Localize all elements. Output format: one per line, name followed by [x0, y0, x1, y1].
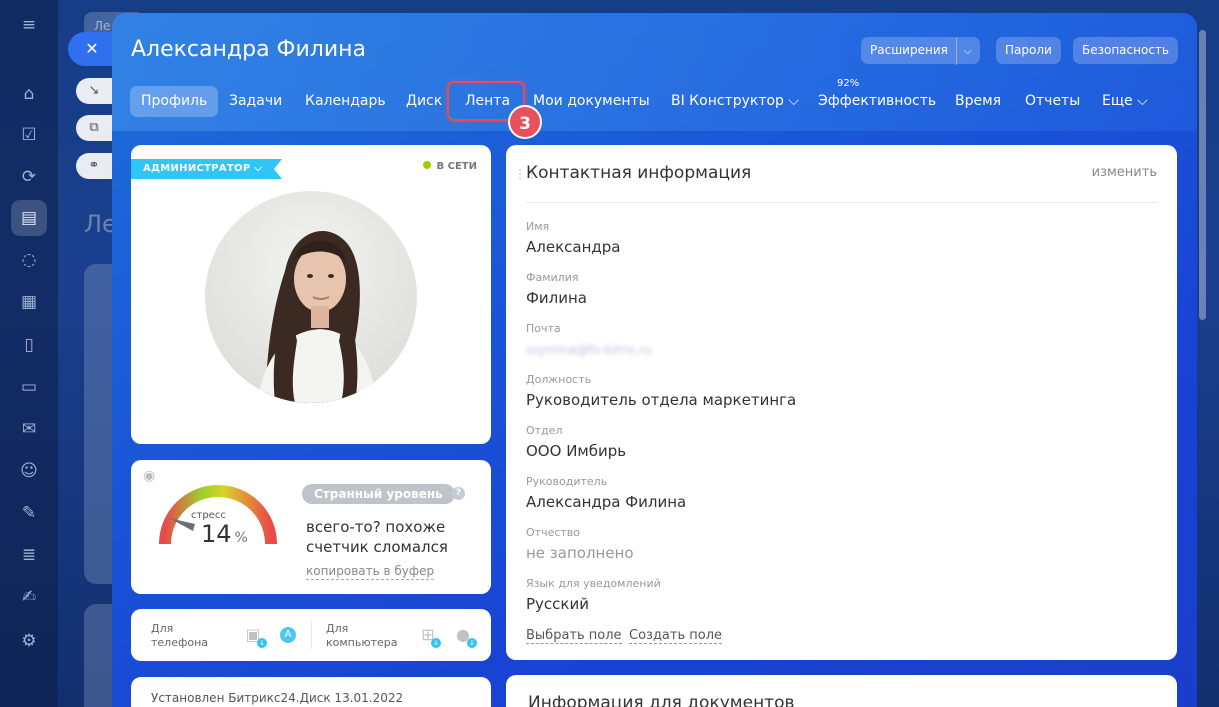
pen-icon[interactable]: ✎ [18, 502, 40, 524]
create-field-link[interactable]: Создать поле [629, 628, 723, 644]
online-dot-icon [422, 161, 431, 169]
tab-bi-constructor[interactable]: BI Конструктор ⌵ [671, 86, 799, 117]
choose-field-link[interactable]: Выбрать поле [526, 628, 622, 644]
extensions-button[interactable]: Расширения ⌵ [861, 37, 981, 65]
field-label: Отдел [526, 424, 563, 437]
download-icon: ↓ [257, 638, 267, 648]
tab-my-documents[interactable]: Мои документы [533, 86, 650, 117]
field-value[interactable]: ООО Имбирь [526, 442, 626, 460]
field-value[interactable]: Александра Филина [526, 493, 686, 511]
documents-title: Информация для документов [528, 693, 795, 707]
phone-apps-label: Для телефона [151, 622, 209, 649]
eye-icon[interactable]: ◉ [143, 468, 155, 484]
field-value: Александра [526, 238, 621, 256]
role-badge-label: АДМИНИСТРАТОР [143, 163, 251, 174]
collapse-icon[interactable]: ↘ [76, 78, 112, 104]
stress-card: ◉ стресс 14% Странный уровень ? всего-то… [131, 460, 491, 594]
desktop-apps-label: Для компьютера [326, 622, 398, 649]
passwords-button[interactable]: Пароли [996, 37, 1061, 64]
tasks-icon[interactable]: ☑ [18, 124, 40, 146]
feed-icon[interactable]: ▤ [11, 200, 47, 236]
settings-icon[interactable]: ⚙ [18, 630, 40, 652]
download-icon: ↓ [431, 638, 441, 648]
field-label: Имя [526, 220, 550, 233]
field-label: Руководитель [526, 475, 608, 488]
apps-card: Для телефона ▣ ↓ A Для компьютера ⊞ ↓ ● … [131, 609, 491, 661]
help-icon[interactable]: ? [452, 487, 465, 500]
edit-link[interactable]: изменить [1092, 165, 1157, 180]
field-label: Почта [526, 322, 561, 335]
card-icon[interactable]: ▭ [18, 376, 40, 398]
tab-time[interactable]: Время [955, 86, 1001, 117]
step-marker: 3 [508, 105, 542, 139]
appstore-icon[interactable]: A [280, 627, 296, 643]
close-slider-button[interactable]: ✕ [68, 32, 114, 66]
divider [526, 202, 1157, 203]
field-label: Отчество [526, 526, 581, 539]
mail-icon[interactable]: ✉ [18, 418, 40, 440]
open-new-window-icon[interactable]: ⧉ [76, 115, 112, 141]
contact-info-title: Контактная информация [526, 163, 752, 183]
download-icon: ↓ [467, 638, 477, 648]
copy-to-clipboard-link[interactable]: копировать в буфер [306, 564, 435, 580]
copy-link-icon[interactable]: ⚭ [76, 153, 112, 179]
field-value: Филина [526, 289, 587, 307]
extensions-label: Расширения [870, 43, 948, 57]
home-icon[interactable]: ⌂ [18, 83, 40, 105]
divider [311, 621, 312, 649]
tab-disk[interactable]: Диск [406, 86, 442, 117]
page-title: Александра Филина [131, 37, 367, 62]
field-value: Руководитель отдела маркетинга [526, 391, 797, 409]
stress-message: всего-то? похоже счетчик сломался [306, 518, 448, 556]
document-icon[interactable]: ▯ [18, 334, 40, 356]
role-badge[interactable]: АДМИНИСТРАТОР ⌵ [131, 159, 283, 179]
email-value[interactable]: ssyrnina@fo-bitrix.ru [526, 343, 652, 357]
tab-tasks[interactable]: Задачи [229, 86, 282, 117]
tab-profile[interactable]: Профиль [130, 86, 219, 117]
field-value: не заполнено [526, 544, 634, 562]
status-label: В СЕТИ [436, 161, 477, 172]
field-label: Язык для уведомлений [526, 577, 661, 590]
crm-icon[interactable]: ⟳ [18, 166, 40, 188]
menu-icon[interactable]: ≡ [18, 14, 40, 36]
profile-slider: Александра Филина Расширения ⌵ Пароли Без… [112, 13, 1197, 707]
chevron-down-icon[interactable]: ⌵ [955, 38, 971, 65]
disk-info-card: Установлен Битрикс24.Диск 13.01.2022 [131, 677, 491, 707]
profile-photo-card: АДМИНИСТРАТОР ⌵ В СЕТИ [131, 145, 491, 444]
user-portrait-icon [257, 231, 377, 403]
field-label: Фамилия [526, 271, 579, 284]
scrollbar[interactable] [1199, 30, 1206, 320]
field-label: Должность [526, 373, 592, 386]
edit-doc-icon[interactable]: ✍ [18, 586, 40, 608]
stress-level-badge: Странный уровень [302, 484, 455, 504]
chat-icon[interactable]: ◌ [18, 249, 40, 271]
left-sidebar: ≡ ⌂ ☑ ⟳ ▤ ◌ ▦ ▯ ▭ ✉ ☺ ✎ ≣ ✍ ⚙ [0, 0, 58, 707]
calendar-icon[interactable]: ▦ [18, 291, 40, 313]
security-button[interactable]: Безопасность [1073, 37, 1178, 64]
stress-value: 14% [201, 520, 248, 548]
contact-info-card: ⋮⋮ Контактная информация изменить Имя Ал… [506, 145, 1177, 660]
field-value: Русский [526, 595, 589, 613]
tab-more[interactable]: Еще ⌵ [1102, 86, 1148, 117]
tab-reports[interactable]: Отчеты [1025, 86, 1080, 117]
avatar[interactable] [205, 191, 417, 403]
disk-install-info: Установлен Битрикс24.Диск 13.01.2022 [151, 691, 404, 705]
online-status: В СЕТИ [422, 161, 477, 172]
stress-unit: % [234, 530, 248, 546]
filter-icon[interactable]: ≣ [18, 544, 40, 566]
tab-calendar[interactable]: Календарь [305, 86, 386, 117]
chevron-down-icon: ⌵ [254, 163, 263, 174]
users-icon[interactable]: ☺ [18, 460, 40, 482]
tab-efficiency[interactable]: Эффективность [818, 86, 936, 117]
documents-card: Информация для документов [506, 675, 1177, 707]
stress-number: 14 [201, 520, 232, 548]
